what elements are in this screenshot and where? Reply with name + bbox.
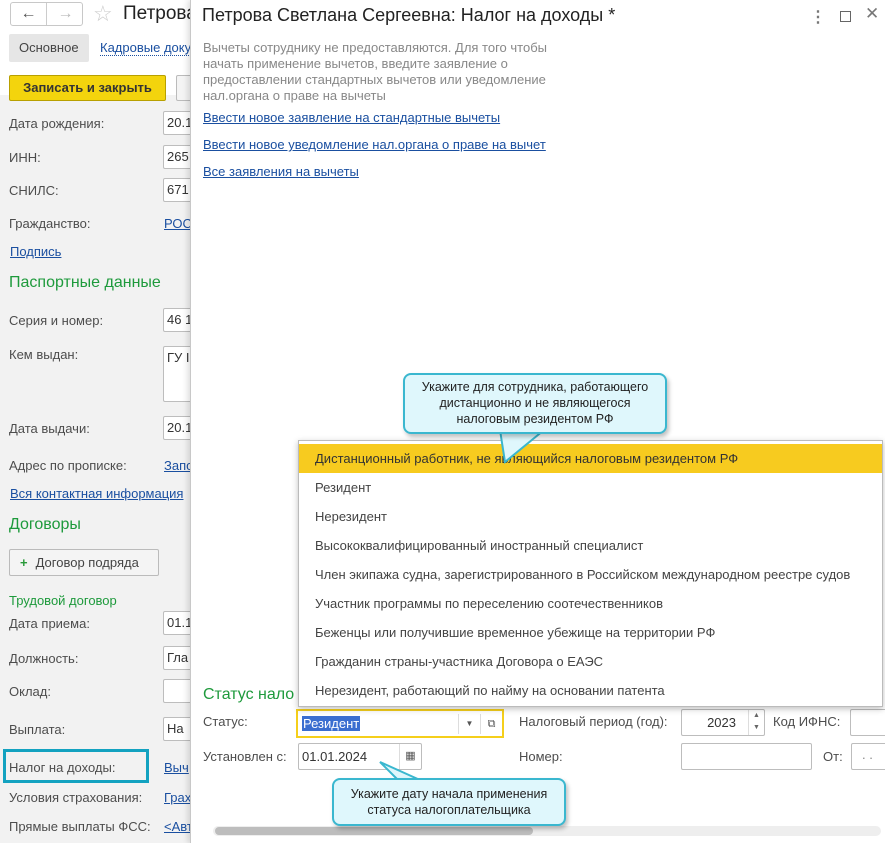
from-date-field[interactable]: . . [851,743,885,770]
hire-date-label: Дата приема: [9,616,90,631]
birthdate-label: Дата рождения: [9,116,105,131]
form-title: Петрова [123,3,190,24]
dropdown-option[interactable]: Нерезидент [299,502,882,531]
contracts-section-header: Договоры [9,516,81,533]
payment-label: Выплата: [9,722,66,737]
salary-label: Оклад: [9,684,51,699]
tab-hr-documents[interactable]: Кадровые доку [100,40,190,56]
passport-number-label: Серия и номер: [9,313,104,328]
fss-link[interactable]: <Авт [164,819,190,834]
favorite-star-icon[interactable]: ☆ [93,1,113,27]
dropdown-option[interactable]: Резидент [299,473,882,502]
ifns-label: Код ИФНС: [773,714,841,729]
status-combobox[interactable]: Резидент ▼ ⧉ [296,709,504,738]
back-arrow-icon[interactable]: ← [11,3,47,25]
add-contract-label: Договор подряда [35,555,139,570]
close-icon[interactable]: ✕ [865,4,879,24]
dropdown-option[interactable]: Беженцы или получившие временное убежище… [299,618,882,647]
save-and-close-button[interactable]: Записать и закрыть [9,75,166,101]
payment-field[interactable]: На [163,717,190,741]
number-label: Номер: [519,749,563,764]
new-notification-link[interactable]: Ввести новое уведомление нал.органа о пр… [203,137,546,152]
dialog-title: Петрова Светлана Сергеевна: Налог на дох… [202,5,616,25]
snils-field[interactable]: 671 [163,178,190,202]
birthdate-field[interactable]: 20.1 [163,111,190,135]
dropdown-option[interactable]: Нерезидент, работающий по найму на основ… [299,676,882,705]
address-link[interactable]: Запо [164,458,190,473]
passport-number-field[interactable]: 46 1 [163,308,190,332]
inn-field[interactable]: 265 [163,145,190,169]
inn-label: ИНН: [9,150,41,165]
scrollbar-thumb[interactable] [215,827,533,835]
citizenship-link[interactable]: РОС [164,216,190,231]
tax-period-label: Налоговый период (год): [519,714,668,729]
maximize-icon[interactable] [840,11,851,22]
issue-date-field[interactable]: 20.1 [163,416,190,440]
tab-main[interactable]: Основное [9,34,89,62]
open-icon[interactable]: ⧉ [480,714,502,734]
income-tax-link[interactable]: Выч [164,760,189,775]
dropdown-option[interactable]: Участник программы по переселению соотеч… [299,589,882,618]
add-contract-button[interactable]: + Договор подряда [9,549,159,576]
position-field[interactable]: Гла [163,646,190,670]
address-label: Адрес по прописке: [9,458,127,473]
status-dropdown-list: Дистанционный работник, не являющийся на… [298,440,883,707]
fss-label: Прямые выплаты ФСС: [9,819,151,834]
labor-contract-header: Трудовой договор [9,593,117,608]
salary-field[interactable] [163,679,190,703]
from-date-label: От: [823,749,843,764]
forward-arrow-icon[interactable]: → [48,3,83,25]
insurance-link[interactable]: Грах [164,790,190,805]
ifns-field[interactable] [850,709,885,736]
insurance-label: Условия страхования: [9,790,143,805]
issue-date-label: Дата выдачи: [9,421,90,436]
contact-info-link[interactable]: Вся контактная информация [10,486,183,501]
established-label: Установлен с: [203,749,287,764]
citizenship-label: Гражданство: [9,216,91,231]
horizontal-scrollbar[interactable] [213,826,881,836]
income-tax-label: Налог на доходы: [9,760,116,775]
tooltip-remote-worker: Укажите для сотрудника, работающего диста… [403,373,667,434]
position-label: Должность: [9,651,79,666]
status-section-header: Статус нало [203,686,295,703]
snils-label: СНИЛС: [9,183,59,198]
hire-date-field[interactable]: 01.1 [163,611,190,635]
new-standard-deduction-link[interactable]: Ввести новое заявление на стандартные вы… [203,110,500,125]
info-text: Вычеты сотруднику не предоставляются. Дл… [203,40,547,103]
established-date-value: 01.01.2024 [302,749,368,764]
dropdown-option[interactable]: Гражданин страны-участника Договора о ЕА… [299,647,882,676]
nav-buttons: ← → [10,2,83,26]
toolbar-button[interactable] [176,75,190,101]
employee-form-background: ← → ☆ Петрова Основное Кадровые доку Зап… [0,0,190,843]
spinner-icon[interactable]: ▲ ▼ [748,710,764,735]
issued-by-field[interactable]: ГУ I [163,346,190,402]
status-value[interactable]: Резидент [302,716,361,731]
tooltip-established-date: Укажите дату начала применения статуса на… [332,778,566,826]
dropdown-option[interactable]: Член экипажа судна, зарегистрированного … [299,560,882,589]
issued-by-label: Кем выдан: [9,347,79,362]
status-label: Статус: [203,714,248,729]
signature-link[interactable]: Подпись [10,244,61,259]
all-applications-link[interactable]: Все заявления на вычеты [203,164,359,179]
dropdown-option[interactable]: Высококвалифицированный иностранный спец… [299,531,882,560]
number-field[interactable] [681,743,812,770]
dropdown-arrow-icon[interactable]: ▼ [458,714,480,734]
passport-section-header: Паспортные данные [9,274,161,291]
more-menu-icon[interactable]: ⋮ [810,7,826,27]
plus-icon: + [20,555,28,570]
